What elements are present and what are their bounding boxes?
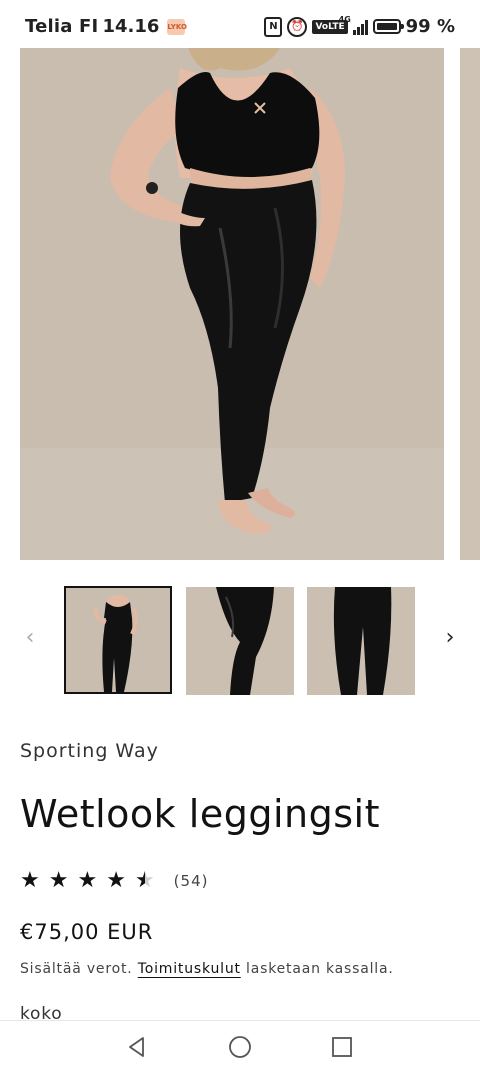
review-count[interactable]: (54) bbox=[174, 872, 209, 890]
circle-home-icon[interactable] bbox=[228, 1035, 252, 1059]
thumbnail-front-image bbox=[66, 588, 170, 692]
clock: 14.16 bbox=[102, 16, 160, 37]
tax-suffix: lasketaan kassalla. bbox=[246, 961, 394, 977]
thumbnail-legs-back-image bbox=[307, 587, 415, 695]
signal-icon: 4G bbox=[339, 15, 368, 35]
thumbnail-legs-side[interactable] bbox=[186, 587, 294, 695]
gallery-prev-button[interactable]: ‹ bbox=[18, 626, 42, 650]
product-main-image[interactable] bbox=[20, 48, 444, 560]
tax-prefix: Sisältää verot. bbox=[20, 961, 133, 977]
thumbnail-legs-side-image bbox=[186, 587, 294, 695]
thumbnail-slider: ‹ › bbox=[0, 586, 480, 696]
product-vendor: Sporting Way bbox=[20, 740, 159, 762]
model-photo bbox=[20, 48, 444, 560]
square-recents-icon[interactable] bbox=[330, 1035, 354, 1059]
battery-fill bbox=[376, 23, 397, 30]
alarm-icon: ⏰ bbox=[287, 16, 308, 37]
star-icon: ★ bbox=[48, 868, 69, 893]
product-title: Wetlook leggingsit bbox=[20, 792, 380, 836]
status-bar: Telia FI 14.16 LYKO N ⏰ VoLTE 4G 99 % bbox=[0, 0, 480, 52]
battery-icon bbox=[372, 19, 404, 34]
tax-note: Sisältää verot. Toimituskulut lasketaan … bbox=[20, 961, 394, 977]
gallery-next-button[interactable]: › bbox=[438, 626, 462, 650]
status-right: N ⏰ VoLTE 4G 99 % bbox=[264, 15, 455, 37]
thumbnail-front[interactable] bbox=[64, 586, 172, 694]
nfc-icon: N bbox=[264, 16, 283, 37]
network-type: 4G bbox=[338, 14, 351, 24]
battery-percent: 99 % bbox=[405, 16, 455, 37]
lyko-app-badge: LYKO bbox=[167, 18, 187, 35]
star-icon: ★ bbox=[77, 868, 98, 893]
product-price: €75,00 EUR bbox=[20, 920, 154, 944]
system-nav-bar bbox=[0, 1020, 480, 1073]
carrier-name: Telia FI bbox=[25, 16, 99, 37]
star-icon: ★ bbox=[106, 868, 126, 893]
next-image-peek[interactable] bbox=[460, 48, 480, 560]
thumbnail-legs-back[interactable] bbox=[307, 587, 415, 695]
triangle-back-icon[interactable] bbox=[125, 1035, 149, 1059]
half-star-icon: ★ bbox=[134, 868, 155, 893]
status-left: Telia FI 14.16 LYKO bbox=[25, 16, 187, 37]
product-rating[interactable]: ★ ★ ★ ★ ★ (54) bbox=[20, 868, 208, 893]
shipping-link[interactable]: Toimituskulut bbox=[138, 961, 241, 977]
star-icon: ★ bbox=[20, 868, 40, 893]
